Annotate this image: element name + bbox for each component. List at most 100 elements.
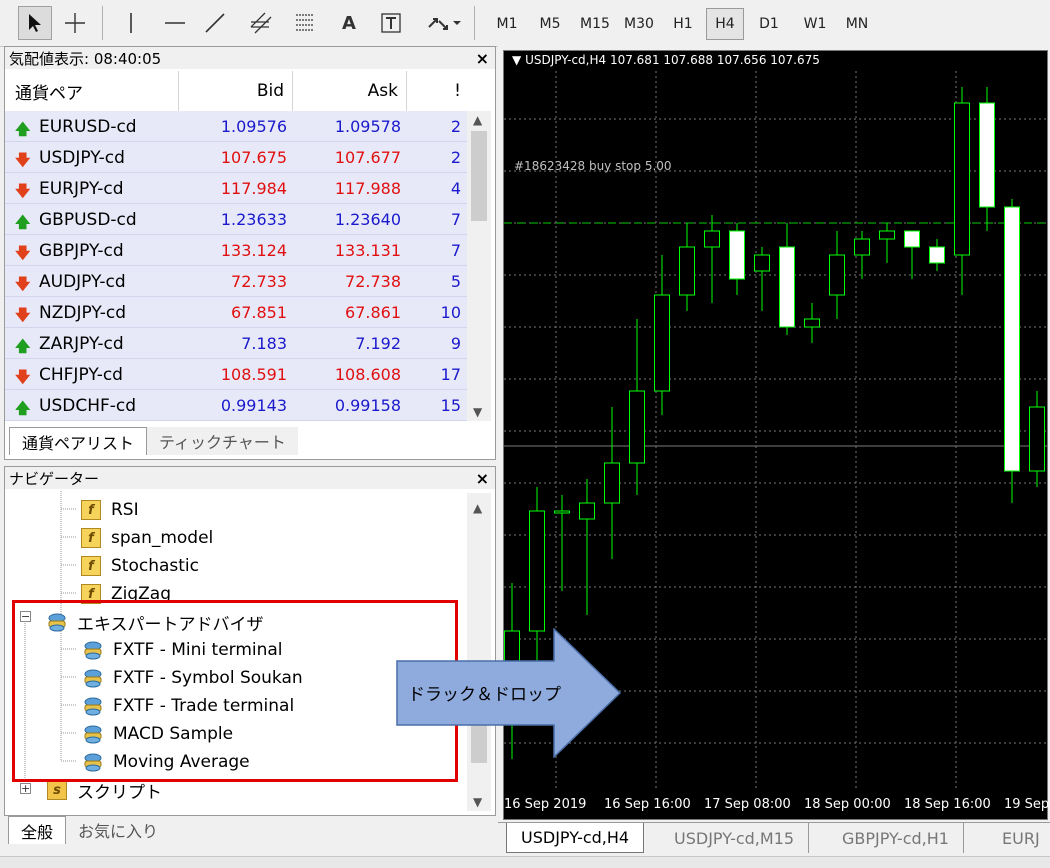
- table-row[interactable]: 🡇 AUDJPY-cd 72.733 72.738 5: [5, 266, 467, 297]
- timeframe-d1[interactable]: D1: [750, 8, 788, 40]
- trendline-icon[interactable]: [198, 6, 232, 40]
- ea-group[interactable]: エキスパートアドバイザ: [45, 609, 264, 635]
- chart-menu-icon[interactable]: ▼: [512, 53, 521, 67]
- ask-price: 7.192: [355, 334, 401, 353]
- table-row[interactable]: 🡇 USDJPY-cd 107.675 107.677 2: [5, 142, 467, 173]
- time-label: 18 Sep 00:00: [804, 797, 891, 812]
- indicator-label: RSI: [111, 500, 139, 520]
- table-row[interactable]: 🡇 GBPJPY-cd 133.124 133.131 7: [5, 235, 467, 266]
- column-header-symbol[interactable]: 通貨ペア: [5, 71, 179, 111]
- arrow-down-icon: 🡇: [15, 244, 31, 262]
- table-row[interactable]: 🡅 USDCHF-cd 0.99143 0.99158 15: [5, 390, 467, 421]
- navigator-title: ナビゲーター: [5, 467, 495, 489]
- indicator-item[interactable]: f ZigZag: [79, 581, 171, 607]
- table-row[interactable]: 🡅 GBPUSD-cd 1.23633 1.23640 7: [5, 204, 467, 235]
- scroll-up-icon[interactable]: ▲: [473, 113, 482, 127]
- ask-price: 107.677: [334, 148, 401, 167]
- crosshair-icon[interactable]: [58, 6, 92, 40]
- fibonacci-icon[interactable]: [288, 6, 322, 40]
- timeframe-m5[interactable]: M5: [531, 8, 569, 40]
- vertical-line-icon[interactable]: [114, 6, 148, 40]
- symbol-name: NZDJPY-cd: [39, 302, 126, 323]
- expert-advisor-item[interactable]: FXTF - Mini terminal: [81, 637, 283, 663]
- cursor-icon[interactable]: [18, 6, 52, 40]
- candle-body: [954, 102, 970, 256]
- expert-advisor-label: FXTF - Trade terminal: [113, 696, 295, 716]
- tab-tick-chart[interactable]: ティックチャート: [147, 427, 298, 455]
- market-watch-scrollbar[interactable]: ▲ ▼: [467, 111, 491, 421]
- candle-body: [754, 254, 770, 272]
- column-header-ask[interactable]: Ask: [293, 71, 407, 111]
- ask-price: 117.988: [334, 179, 401, 198]
- scripts-group[interactable]: s スクリプト: [45, 777, 162, 803]
- scroll-down-icon[interactable]: ▼: [473, 405, 482, 419]
- expert-advisor-item[interactable]: MACD Sample: [81, 721, 233, 747]
- tab-general[interactable]: 全般: [8, 816, 67, 844]
- timeframe-m30[interactable]: M30: [620, 8, 658, 40]
- scroll-down-icon[interactable]: ▼: [473, 795, 482, 809]
- timeframe-m1[interactable]: M1: [488, 8, 526, 40]
- status-bar: [0, 856, 1050, 868]
- scripts-group-label: スクリプト: [77, 782, 162, 803]
- close-icon[interactable]: ×: [476, 469, 489, 488]
- timeframe-m15[interactable]: M15: [576, 8, 614, 40]
- equidistant-channel-icon[interactable]: [244, 6, 278, 40]
- ask-price: 67.861: [345, 303, 401, 322]
- tab-favorites[interactable]: お気に入り: [66, 816, 170, 844]
- tab-symbol-list[interactable]: 通貨ペアリスト: [9, 427, 148, 455]
- close-icon[interactable]: ×: [476, 49, 489, 68]
- table-row[interactable]: 🡅 ZARJPY-cd 7.183 7.192 9: [5, 328, 467, 359]
- scroll-up-icon[interactable]: ▲: [473, 501, 482, 515]
- chart-tab-usdjpy-m15[interactable]: USDJPY-cd,M15: [660, 823, 810, 853]
- scroll-thumb[interactable]: [471, 131, 487, 221]
- candle-body: [979, 102, 995, 208]
- bid-price: 7.183: [241, 334, 287, 353]
- order-label: #18623428 buy stop 5.00: [514, 159, 672, 173]
- table-row[interactable]: 🡇 EURJPY-cd 117.984 117.988 4: [5, 173, 467, 204]
- indicator-label: span_model: [111, 528, 214, 548]
- table-row[interactable]: 🡅 EURUSD-cd 1.09576 1.09578 2: [5, 111, 467, 142]
- timeframe-w1[interactable]: W1: [796, 8, 834, 40]
- text-icon[interactable]: A: [332, 6, 366, 40]
- column-header-spread[interactable]: !: [407, 71, 467, 111]
- toolbar-separator: [102, 6, 103, 40]
- spread-value: 17: [440, 365, 461, 384]
- candle-body: [829, 254, 845, 296]
- horizontal-line-icon[interactable]: [158, 6, 192, 40]
- indicator-item[interactable]: f RSI: [79, 497, 139, 523]
- candle-body: [904, 230, 920, 248]
- chart-tab-eurjpy[interactable]: EURJ: [988, 823, 1050, 853]
- candle-body: [779, 246, 795, 328]
- timeframe-mn[interactable]: MN: [838, 8, 876, 40]
- ask-price: 1.09578: [334, 117, 401, 136]
- indicator-item[interactable]: f span_model: [79, 525, 213, 551]
- text-label-icon[interactable]: [374, 6, 408, 40]
- indicator-label: ZigZag: [111, 584, 172, 604]
- arrow-down-icon: 🡇: [15, 275, 31, 293]
- expert-advisor-item[interactable]: Moving Average: [81, 749, 250, 775]
- expert-advisor-item[interactable]: FXTF - Trade terminal: [81, 693, 294, 719]
- column-header-bid[interactable]: Bid: [179, 71, 293, 111]
- bid-price: 108.591: [220, 365, 287, 384]
- expert-advisor-folder-icon: [45, 611, 69, 633]
- candle-body: [1004, 206, 1020, 472]
- arrow-up-icon: 🡅: [15, 213, 31, 231]
- chart-tab-gbpjpy-h1[interactable]: GBPJPY-cd,H1: [828, 823, 964, 853]
- table-row[interactable]: 🡇 CHFJPY-cd 108.591 108.608 17: [5, 359, 467, 390]
- expand-icon[interactable]: +: [20, 783, 31, 794]
- expert-advisor-label: FXTF - Symbol Soukan: [113, 668, 303, 688]
- timeframe-h1[interactable]: H1: [664, 8, 702, 40]
- bid-price: 1.09576: [220, 117, 287, 136]
- candle-body: [854, 238, 870, 256]
- arrow-down-icon: 🡇: [15, 306, 31, 324]
- chart-tab-usdjpy-h4[interactable]: USDJPY-cd,H4: [506, 823, 645, 853]
- expert-advisor-item[interactable]: FXTF - Symbol Soukan: [81, 665, 303, 691]
- indicator-item[interactable]: f Stochastic: [79, 553, 199, 579]
- ask-price: 108.608: [334, 365, 401, 384]
- candle-body: [929, 246, 945, 264]
- table-row[interactable]: 🡇 NZDJPY-cd 67.851 67.861 10: [5, 297, 467, 328]
- arrows-icon[interactable]: [420, 6, 466, 40]
- collapse-icon[interactable]: −: [20, 611, 31, 622]
- arrow-down-icon: 🡇: [15, 182, 31, 200]
- timeframe-h4[interactable]: H4: [706, 8, 744, 40]
